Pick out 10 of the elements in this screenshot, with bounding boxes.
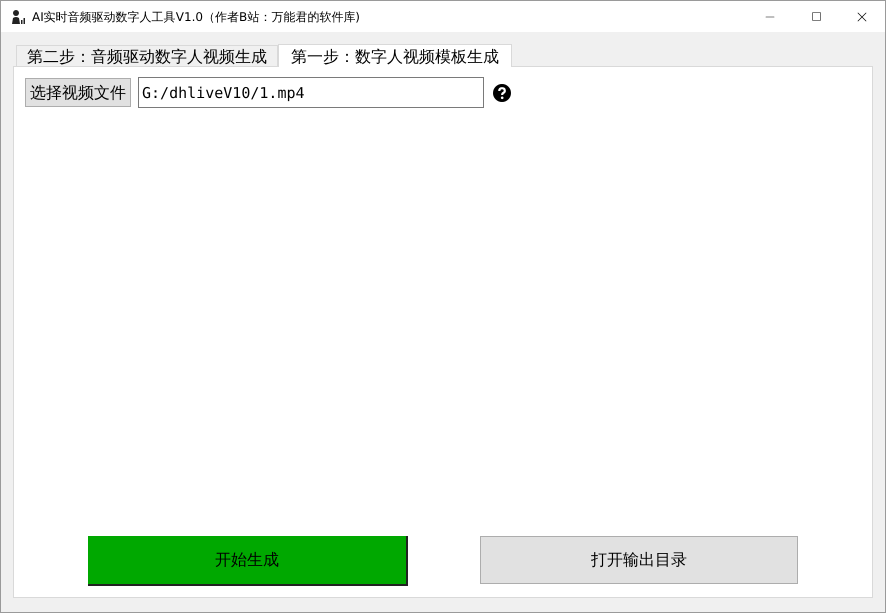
tab[interactable]: 第二步：音频驱动数字人视频生成	[16, 45, 278, 66]
window-title: AI实时音频驱动数字人工具V1.0（作者B站：万能君的软件库)	[32, 8, 360, 26]
file-path-field[interactable]: G:/dhliveV10/1.mp4	[138, 77, 484, 108]
tab[interactable]: 第一步：数字人视频模板生成	[278, 44, 512, 67]
app-icon	[10, 8, 26, 24]
open-folder-button[interactable]: 打开输出目录	[480, 536, 798, 584]
start-button[interactable]: 开始生成	[88, 536, 408, 586]
maximize-icon[interactable]	[810, 11, 822, 22]
select-file-button[interactable]: 选择视频文件	[25, 78, 131, 107]
help-icon[interactable]	[493, 84, 511, 102]
